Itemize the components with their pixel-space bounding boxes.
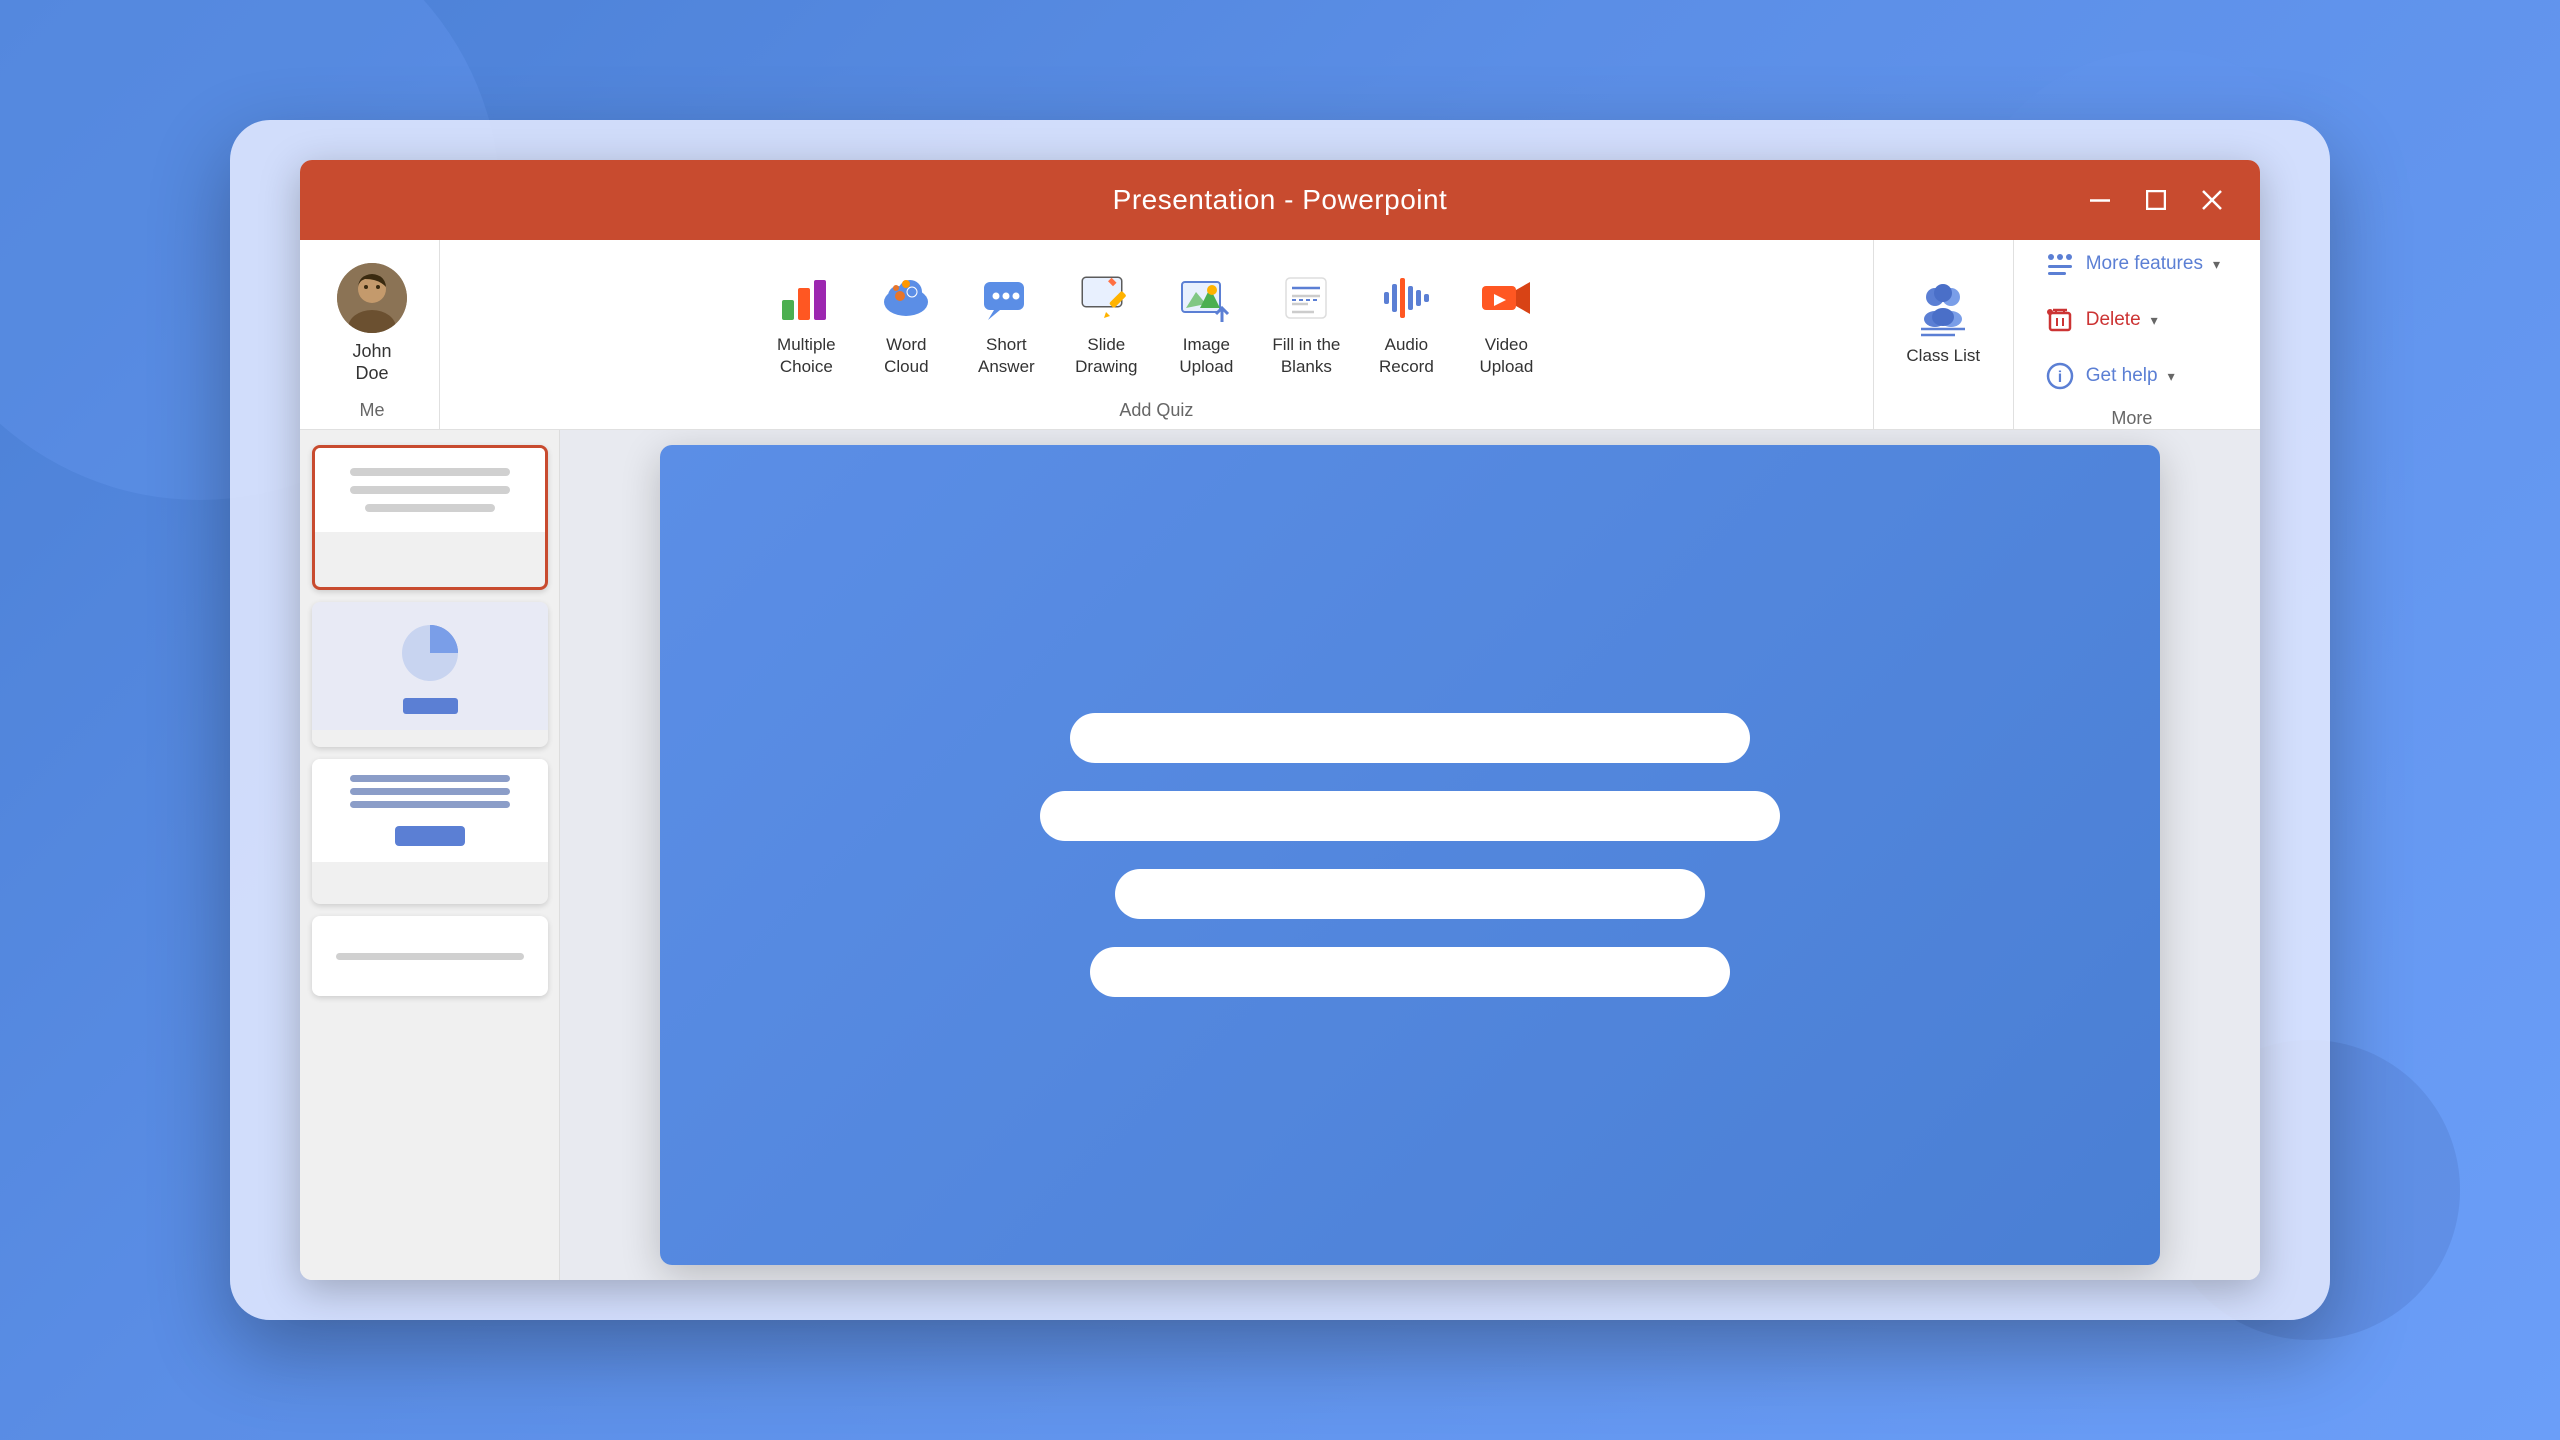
get-help-icon: i [2044, 360, 2076, 392]
slide-line-4 [1090, 947, 1730, 997]
slide-3-line-3 [350, 801, 510, 808]
word-cloud-icon [878, 270, 934, 326]
slides-panel [300, 430, 560, 1280]
get-help-label: Get help [2086, 365, 2158, 387]
get-help-chevron: ▾ [2168, 368, 2175, 385]
slide-1-line-1 [350, 468, 510, 476]
short-answer-icon [978, 270, 1034, 326]
video-upload-button[interactable]: VideoUpload [1456, 258, 1556, 390]
me-section: Multiple JohnDoe Me [310, 240, 440, 429]
main-content [300, 430, 2260, 1280]
slide-drawing-label: SlideDrawing [1075, 334, 1137, 378]
slide-4-line [336, 953, 525, 960]
delete-button[interactable]: Delete ▾ [2034, 296, 2230, 344]
fill-in-blanks-button[interactable]: Fill in theBlanks [1256, 258, 1356, 390]
title-bar: Presentation - Powerpoint [300, 160, 2260, 240]
maximize-button[interactable] [2138, 182, 2174, 218]
audio-record-button[interactable]: AudioRecord [1356, 258, 1456, 390]
class-list-icon [1915, 281, 1971, 337]
fill-in-blanks-icon [1278, 270, 1334, 326]
short-answer-label: ShortAnswer [978, 334, 1035, 378]
slide-thumb-3[interactable] [312, 759, 548, 904]
short-answer-button[interactable]: ShortAnswer [956, 258, 1056, 390]
fill-in-blanks-label: Fill in theBlanks [1272, 334, 1340, 378]
more-features-label: More features [2086, 253, 2203, 275]
image-upload-icon [1178, 270, 1234, 326]
class-list-section: Class List . [1874, 240, 2014, 429]
me-label: Me [359, 400, 384, 421]
more-section: More features ▾ [2014, 240, 2250, 429]
image-upload-button[interactable]: ImageUpload [1156, 258, 1256, 390]
word-cloud-label: WordCloud [884, 334, 928, 378]
get-help-button[interactable]: i Get help ▾ [2034, 352, 2230, 400]
slide-drawing-icon [1078, 270, 1134, 326]
window-title: Presentation - Powerpoint [1113, 184, 1448, 216]
video-upload-icon [1478, 270, 1534, 326]
audio-record-label: AudioRecord [1379, 334, 1434, 378]
more-features-chevron: ▾ [2213, 256, 2220, 273]
word-cloud-button[interactable]: WordCloud [856, 258, 956, 390]
slide-thumb-1[interactable] [312, 445, 548, 590]
slide-2-chart [390, 618, 470, 688]
slide-3-line-1 [350, 775, 510, 782]
laptop-frame: Presentation - Powerpoint [230, 120, 2330, 1320]
video-upload-label: VideoUpload [1479, 334, 1533, 378]
delete-chevron: ▾ [2151, 312, 2158, 329]
slide-area [560, 430, 2260, 1280]
more-features-icon [2044, 248, 2076, 280]
slide-drawing-button[interactable]: SlideDrawing [1056, 258, 1156, 390]
add-quiz-label: Add Quiz [1119, 400, 1193, 421]
slide-line-3 [1115, 869, 1705, 919]
multiple-choice-label: MultipleChoice [777, 334, 836, 378]
image-upload-label: ImageUpload [1179, 334, 1233, 378]
slide-3-button [395, 826, 465, 846]
svg-text:i: i [2058, 369, 2062, 386]
slide-thumb-2[interactable] [312, 602, 548, 747]
class-list-label: Class List [1906, 345, 1980, 367]
avatar [337, 263, 407, 333]
window-controls [2082, 182, 2230, 218]
more-section-label: More [2034, 408, 2230, 429]
delete-label: Delete [2086, 309, 2141, 331]
slide-3-line-2 [350, 788, 510, 795]
slide-1-line-3 [365, 504, 495, 512]
multiple-choice-button[interactable]: MultipleChoice [756, 258, 856, 390]
slide-thumb-4[interactable] [312, 916, 548, 996]
more-features-button[interactable]: More features ▾ [2034, 240, 2230, 288]
add-quiz-section: MultipleChoice [440, 240, 1874, 429]
class-list-button[interactable]: Class List [1894, 273, 1992, 375]
ppt-window: Presentation - Powerpoint [300, 160, 2260, 1280]
slide-1-line-2 [350, 486, 510, 494]
multiple-choice-icon [778, 270, 834, 326]
toolbar: Multiple JohnDoe Me [300, 240, 2260, 430]
slide-line-1 [1070, 713, 1750, 763]
close-button[interactable] [2194, 182, 2230, 218]
slide-2-bar [403, 698, 458, 714]
user-name: Multiple JohnDoe [352, 341, 391, 384]
audio-record-icon [1378, 270, 1434, 326]
delete-icon [2044, 304, 2076, 336]
slide-canvas [660, 445, 2160, 1265]
minimize-button[interactable] [2082, 182, 2118, 218]
slide-line-2 [1040, 791, 1780, 841]
